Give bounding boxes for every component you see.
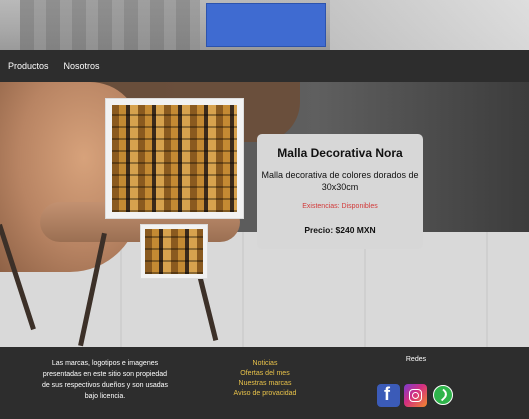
product-description: Malla decorativa de colores dorados de 3… (261, 170, 419, 192)
product-stock-status: Existencias: Disponibles (302, 203, 378, 210)
footer-legal-text: Las marcas, logotipos e imagenes present… (41, 360, 169, 400)
main-navbar: Productos Nosotros (0, 50, 529, 82)
header-texture-right (330, 0, 529, 50)
product-price: Precio: $240 MXN (304, 225, 376, 235)
product-thumbnail[interactable] (140, 224, 208, 279)
facebook-icon[interactable]: f (377, 384, 400, 407)
header-texture-left (20, 0, 200, 50)
site-logo[interactable] (206, 3, 326, 47)
product-title: Malla Decorativa Nora (277, 146, 403, 160)
nav-item-nosotros[interactable]: Nosotros (64, 61, 100, 71)
whatsapp-icon[interactable] (432, 384, 455, 407)
site-footer: Las marcas, logotipos e imagenes present… (0, 347, 529, 419)
tile-image-icon (112, 105, 237, 212)
footer-link-aviso[interactable]: Aviso de provacidad (225, 389, 305, 399)
tile-thumbnail-icon (145, 229, 203, 274)
footer-social-title: Redes (405, 356, 427, 363)
footer-link-noticias[interactable]: Noticias (225, 359, 305, 369)
instagram-icon[interactable] (404, 384, 427, 407)
nav-item-productos[interactable]: Productos (8, 61, 49, 71)
product-info-card: Malla Decorativa Nora Malla decorativa d… (257, 134, 423, 249)
product-main-image[interactable] (105, 98, 244, 219)
footer-link-ofertas[interactable]: Ofertas del mes (225, 369, 305, 379)
footer-links: Noticias Ofertas del mes Nuestras marcas… (225, 359, 305, 399)
footer-link-marcas[interactable]: Nuestras marcas (225, 379, 305, 389)
